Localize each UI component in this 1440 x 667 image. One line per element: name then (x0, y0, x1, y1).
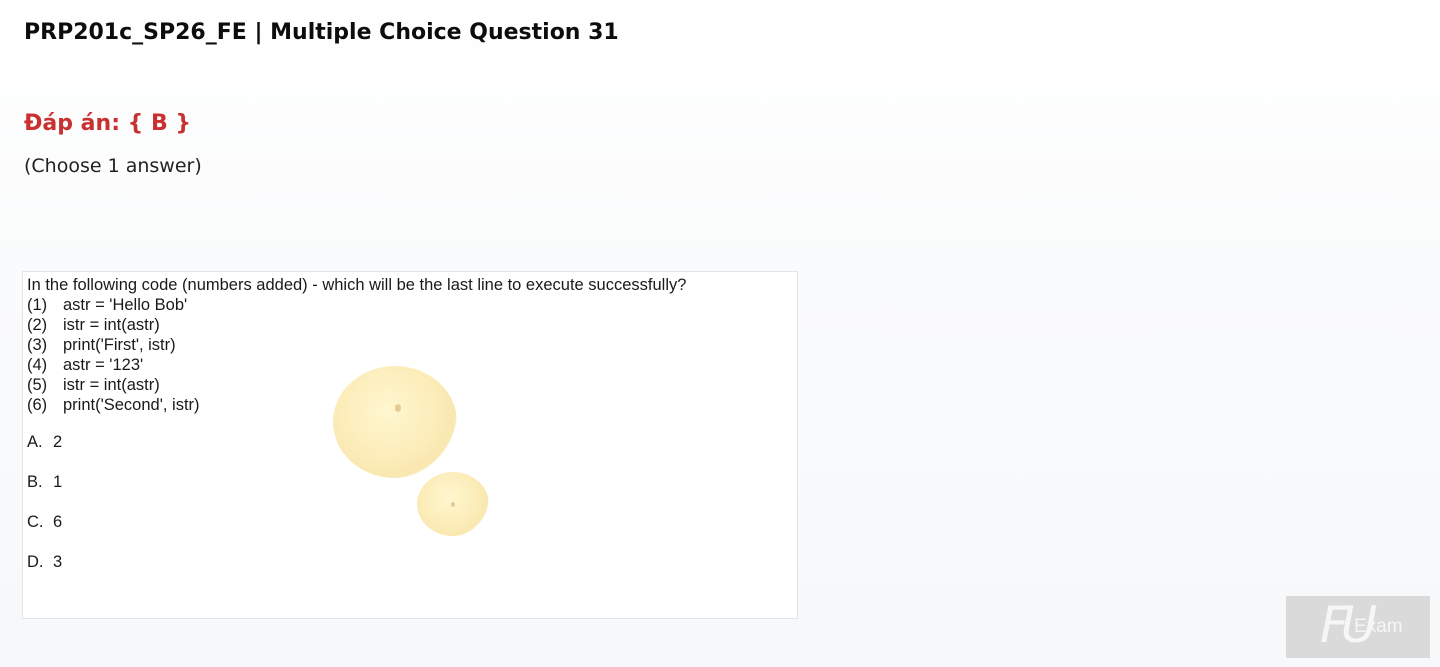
watermark-eye (395, 404, 401, 412)
code-line-text: print('Second', istr) (63, 396, 200, 414)
option-b: B. 1 (27, 470, 62, 510)
code-line-text: astr = '123' (63, 356, 144, 374)
option-letter: B. (27, 473, 43, 491)
watermark-emoji-small (417, 472, 489, 536)
code-line-number: (3) (27, 336, 48, 354)
option-letter: D. (27, 553, 44, 571)
option-letter: A. (27, 433, 43, 451)
code-line-number: (6) (27, 396, 48, 414)
watermark-emoji-large (333, 366, 457, 478)
logo-text: Exam (1354, 616, 1403, 637)
code-line: (3) print('First', istr) (27, 335, 200, 355)
page-title: PRP201c_SP26_FE | Multiple Choice Questi… (24, 20, 619, 45)
answer-options: A. 2 B. 1 C. 6 D. 3 (27, 430, 62, 590)
option-a: A. 2 (27, 430, 62, 470)
watermark-eye (451, 502, 455, 507)
option-value: 3 (53, 553, 63, 571)
code-line: (2) istr = int(astr) (27, 315, 200, 335)
code-line: (1) astr = 'Hello Bob' (27, 295, 200, 315)
code-line-text: print('First', istr) (63, 336, 176, 354)
code-line-text: istr = int(astr) (63, 376, 160, 394)
answer-instruction: (Choose 1 answer) (24, 155, 202, 177)
option-d: D. 3 (27, 550, 62, 590)
option-value: 1 (53, 473, 63, 491)
option-value: 2 (53, 433, 63, 451)
code-line-text: astr = 'Hello Bob' (63, 296, 188, 314)
code-line-number: (4) (27, 356, 48, 374)
code-line-text: istr = int(astr) (63, 316, 160, 334)
question-prompt: In the following code (numbers added) - … (27, 276, 687, 294)
code-line: (4) astr = '123' (27, 355, 200, 375)
code-line-number: (1) (27, 296, 48, 314)
code-line: (6) print('Second', istr) (27, 395, 200, 415)
code-listing: (1) astr = 'Hello Bob' (2) istr = int(as… (27, 295, 200, 415)
answer-key: Đáp án: { B } (24, 111, 192, 136)
fu-exam-logo: FU Exam (1286, 596, 1430, 658)
option-c: C. 6 (27, 510, 62, 550)
option-value: 6 (53, 513, 63, 531)
option-letter: C. (27, 513, 44, 531)
code-line-number: (5) (27, 376, 48, 394)
code-line-number: (2) (27, 316, 48, 334)
question-image: In the following code (numbers added) - … (22, 271, 798, 619)
code-line: (5) istr = int(astr) (27, 375, 200, 395)
